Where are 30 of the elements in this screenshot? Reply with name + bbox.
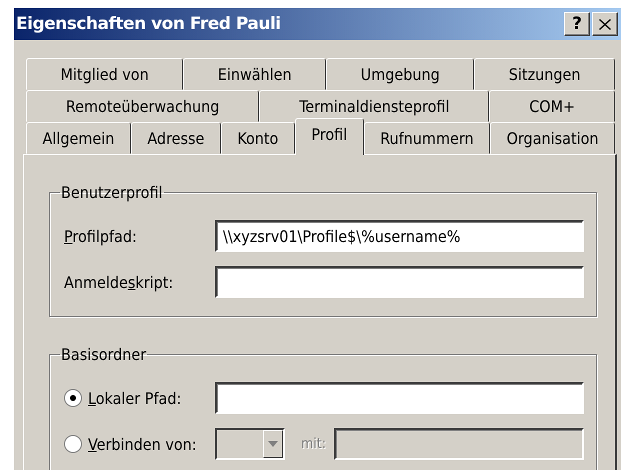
radio-label: Verbinden von: [88, 434, 198, 454]
close-icon [599, 18, 611, 30]
tab[interactable]: Profil [294, 118, 364, 155]
tab[interactable]: Einwählen [183, 58, 326, 90]
tab[interactable]: Mitglied von [26, 58, 184, 90]
tab[interactable]: Organisation [490, 122, 616, 154]
tab[interactable]: COM+ [489, 90, 615, 122]
tab[interactable]: Terminaldiensteprofil [259, 90, 490, 122]
dropdown-arrow-icon [268, 441, 278, 447]
help-button[interactable]: ? [564, 12, 590, 36]
tab[interactable]: Rufnummern [364, 122, 490, 154]
tab[interactable]: Allgemein [26, 122, 131, 154]
field-label: mit: [301, 436, 326, 452]
tab[interactable]: Konto [220, 122, 295, 154]
radio-label: Lokaler Pfad: [88, 388, 182, 408]
group-title: Benutzerprofil [60, 183, 164, 202]
input-field[interactable] [215, 382, 584, 414]
tab[interactable]: Remoteüberwachung [26, 90, 260, 122]
close-button[interactable] [592, 12, 618, 36]
tab[interactable]: Sitzungen [474, 58, 616, 90]
window-title: Eigenschaften von Fred Pauli [16, 14, 282, 34]
group-title: Basisordner [60, 345, 148, 364]
input-field[interactable] [215, 266, 584, 298]
tab[interactable]: Adresse [130, 122, 221, 154]
field-label: Profilpfad: [64, 226, 138, 246]
field-label: Anmeldeskript: [64, 272, 174, 292]
tab[interactable]: Umgebung [326, 58, 474, 90]
input-field[interactable]: \\xyzsrv01\Profile$\%username% [215, 220, 584, 252]
input-field[interactable] [334, 428, 584, 460]
radio-button[interactable] [64, 389, 82, 407]
